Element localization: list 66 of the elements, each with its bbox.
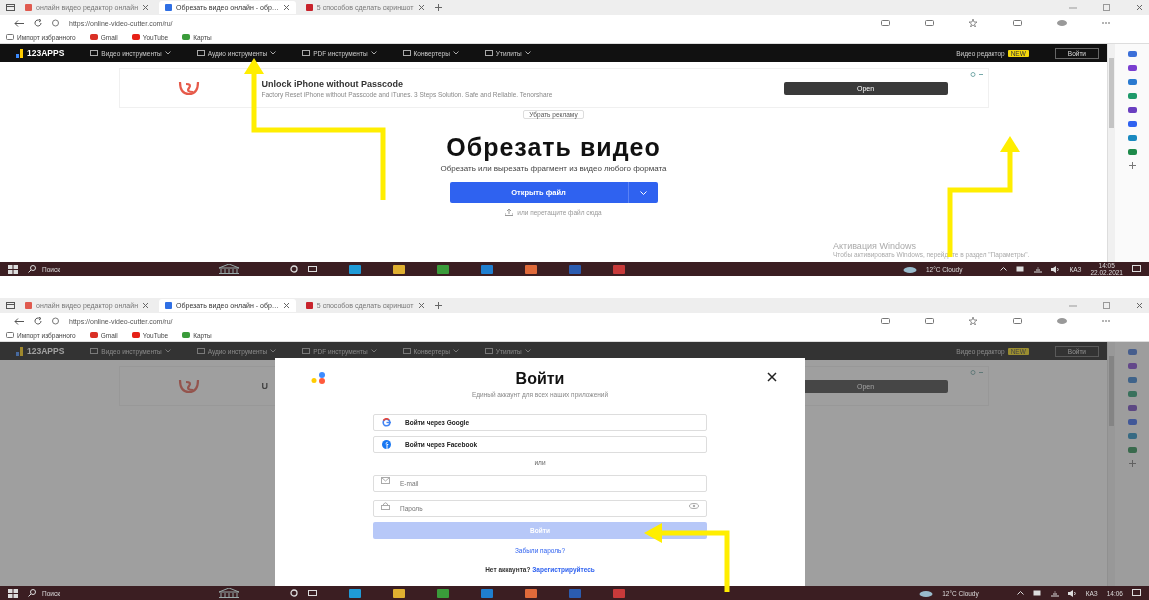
taskbar-app-icon[interactable]: [525, 264, 537, 274]
taskbar-app-icon[interactable]: [481, 588, 493, 598]
taskbar-app-icon[interactable]: [349, 264, 361, 274]
taskbar-app-icon[interactable]: [481, 264, 493, 274]
search-icon: [28, 265, 36, 273]
back-icon[interactable]: [14, 317, 24, 325]
notification-icon[interactable]: [1132, 589, 1141, 597]
search-icon: [28, 589, 36, 597]
logo-icon: [16, 48, 24, 58]
logo-dots-icon: [311, 372, 327, 384]
maximize-icon[interactable]: [1103, 4, 1110, 11]
tab-actions-icon[interactable]: [6, 4, 15, 11]
ad-logo-icon: [177, 378, 200, 394]
taskbar-app-icon[interactable]: [349, 588, 361, 598]
taskbar-app-icon[interactable]: [393, 264, 405, 274]
cortana-icon[interactable]: [290, 589, 298, 597]
tab-actions-icon[interactable]: [6, 302, 15, 309]
task-view-icon[interactable]: [308, 265, 317, 273]
building-icon[interactable]: [218, 588, 240, 598]
taskbar-app-icon[interactable]: [393, 588, 405, 598]
page-subtitle: Обрезать или вырезать фрагмент из видео любого формата: [440, 164, 667, 173]
refresh-icon[interactable]: [34, 317, 42, 325]
windows-start-icon[interactable]: [8, 588, 18, 598]
chevron-down-icon[interactable]: [370, 51, 377, 55]
favorites-icon[interactable]: [969, 19, 979, 27]
back-icon[interactable]: [14, 19, 24, 27]
chevron-down-icon[interactable]: [524, 51, 531, 55]
mail-icon: [381, 477, 390, 484]
chevron-down-icon[interactable]: [452, 51, 459, 55]
plus-icon[interactable]: [1128, 460, 1136, 467]
speaker-icon[interactable]: [1067, 589, 1077, 597]
cortana-icon[interactable]: [290, 265, 298, 273]
logo-icon: [16, 346, 24, 356]
favorites-icon[interactable]: [969, 317, 979, 325]
notification-icon[interactable]: [1132, 265, 1141, 273]
taskbar-app-icon[interactable]: [437, 588, 449, 598]
activation-title: Активация Windows: [833, 241, 917, 251]
task-view-icon[interactable]: [308, 589, 317, 597]
plus-icon[interactable]: [1128, 162, 1136, 169]
plus-icon[interactable]: [434, 4, 442, 11]
chevron-down-icon[interactable]: [164, 51, 171, 55]
chevron-down-icon[interactable]: [270, 51, 277, 55]
google-icon: [382, 418, 391, 427]
cloud-icon: [902, 265, 917, 273]
ad-title[interactable]: Unlock iPhone without Passcode: [261, 78, 768, 89]
ad-logo-icon: [177, 80, 200, 96]
plus-icon[interactable]: [434, 302, 442, 309]
cloud-icon: [919, 589, 934, 597]
chevron-up-icon[interactable]: [1016, 591, 1024, 595]
dialog-title: Войти: [515, 370, 565, 388]
page-heading: Обрезать видео: [446, 133, 661, 162]
site-logo[interactable]: 123APPS: [27, 48, 65, 58]
speaker-icon[interactable]: [1051, 265, 1061, 273]
upload-icon: [505, 209, 514, 216]
chevron-down-icon: [639, 190, 647, 195]
building-icon[interactable]: [218, 264, 240, 274]
maximize-icon[interactable]: [1103, 302, 1110, 309]
chevron-up-icon[interactable]: [1000, 267, 1008, 271]
site-logo[interactable]: 123APPS: [27, 346, 65, 356]
taskbar-app-icon[interactable]: [525, 588, 537, 598]
close-icon[interactable]: [767, 372, 777, 382]
taskbar-app-icon[interactable]: [437, 264, 449, 274]
facebook-icon: [382, 440, 391, 449]
windows-start-icon[interactable]: [8, 264, 18, 274]
refresh-icon[interactable]: [34, 19, 42, 27]
ad-choices-icon[interactable]: [969, 72, 984, 77]
